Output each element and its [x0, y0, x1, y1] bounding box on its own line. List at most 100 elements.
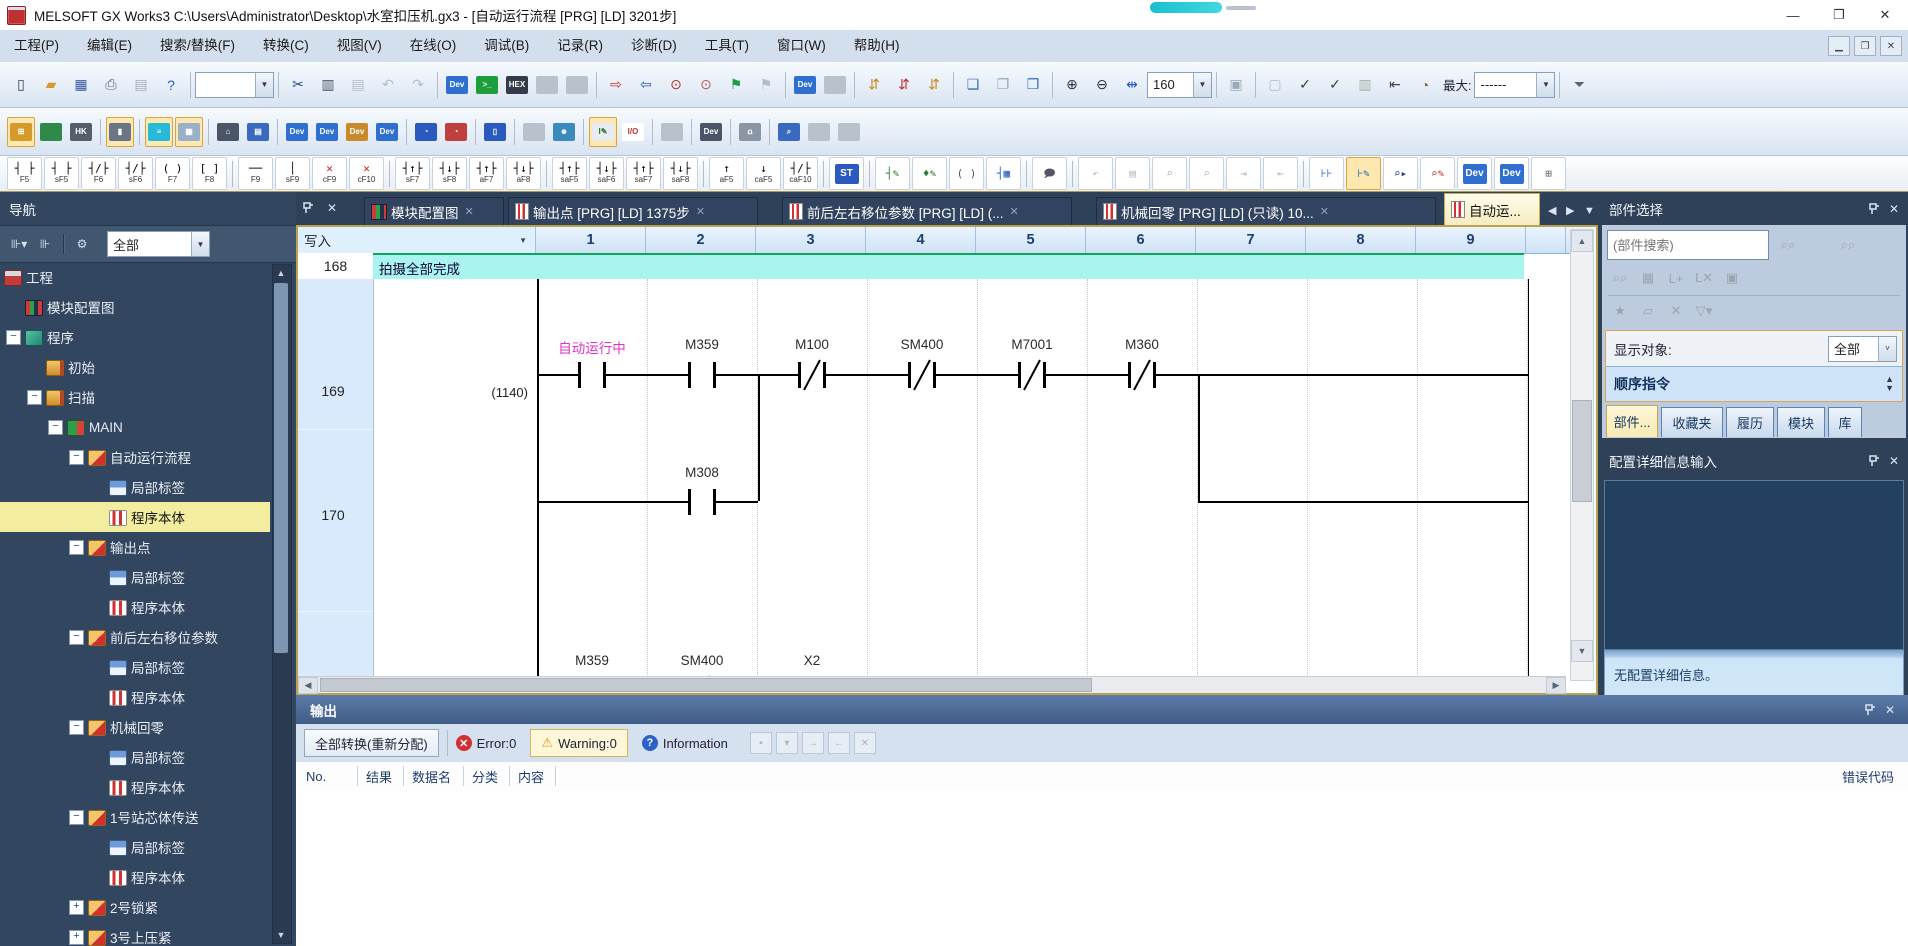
check-program2-icon-button[interactable]: ✓ [1321, 70, 1349, 100]
device-gray1-icon-button[interactable] [533, 70, 561, 100]
ladder-edit2-icon-button[interactable]: ⇵ [890, 70, 918, 100]
save-icon-button[interactable]: ▦ [67, 70, 95, 100]
del-v-line-button[interactable]: ✕cF10 [349, 157, 384, 190]
tab-close-icon[interactable]: ✕ [1010, 205, 1019, 218]
module-gray-icon-button[interactable]: ▥ [1351, 70, 1379, 100]
information-label[interactable]: Information [663, 736, 728, 751]
nav-filter-combo[interactable]: 全部▼ [107, 231, 210, 257]
close-contact-button[interactable]: ┤/├F6 [81, 157, 116, 190]
pin-icon[interactable] [298, 199, 318, 217]
zoom-out-icon-button[interactable]: ⊖ [1088, 70, 1116, 100]
redo-icon-button[interactable]: ↷ [404, 70, 432, 100]
device-hex-icon-button[interactable]: HEX [503, 70, 531, 100]
tab-active[interactable]: 自动运... [1444, 193, 1540, 225]
v-line-button[interactable]: │sF9 [275, 157, 310, 190]
tab[interactable]: 输出点 [PRG] [LD] 1375步✕ [508, 197, 758, 225]
gray-t1-icon-button[interactable] [805, 117, 833, 147]
vscroll-thumb[interactable] [1572, 400, 1592, 502]
ladder-mode-cell[interactable]: 写入 ▼ [298, 227, 536, 253]
mdi-close-button[interactable]: ✕ [1880, 36, 1902, 56]
doc-gray-button[interactable]: ▤ [1115, 157, 1150, 190]
search-find-icon[interactable]: ⌕⌕ [1774, 232, 1802, 258]
window-cascade-icon-button[interactable]: ❏ [959, 70, 987, 100]
branch-tree1-button[interactable]: ⊦⊦ [1309, 157, 1344, 190]
ladder-edit1-icon-button[interactable]: ⇵ [860, 70, 888, 100]
undo-gray-button[interactable]: ↶ [1078, 157, 1113, 190]
tree-item[interactable]: +3号上压紧 [0, 922, 270, 946]
menu-item[interactable]: 搜索/替换(F) [146, 38, 249, 53]
monitor-watch2-icon-button[interactable]: ⊙ [692, 70, 720, 100]
not-invert-button[interactable]: ┤/├caF10 [783, 157, 818, 190]
ladder-canvas[interactable]: 169170171(1140)(1171)自动运行中M359M100SM400M… [298, 279, 1592, 681]
pin-icon[interactable] [1860, 701, 1880, 719]
watch-register1-button[interactable]: ⌕▸ [1383, 157, 1418, 190]
element-tab[interactable]: 部件... [1606, 405, 1658, 437]
tool-gray2-icon-button[interactable]: ▢ [1261, 70, 1289, 100]
list-view-icon-button[interactable]: ≡ [145, 117, 173, 147]
menu-item[interactable]: 视图(V) [323, 38, 396, 53]
zoom-fit-icon-button[interactable]: ⇹ [1118, 70, 1146, 100]
settings-gear-icon[interactable]: ⚙ [69, 231, 95, 257]
backup-icon-button[interactable]: ⇤ [1381, 70, 1409, 100]
tab[interactable]: 模块配置图✕ [364, 197, 504, 225]
scroll-right-icon[interactable]: ▶ [1546, 677, 1566, 694]
pulse-fall-button[interactable]: ┤↓├sF8 [432, 157, 467, 190]
folder-icon[interactable]: ▱ [1634, 298, 1662, 324]
overflow-icon-button[interactable]: ⏷ [1565, 70, 1593, 100]
tree-item[interactable]: −前后左右移位参数 [0, 622, 270, 652]
pulse-rise-button[interactable]: ┤↑├sF7 [395, 157, 430, 190]
dev-network-icon-button[interactable]: Dev [373, 117, 401, 147]
nav-scroll-thumb[interactable] [274, 283, 288, 653]
mdi-restore-button[interactable]: ❐ [1854, 36, 1876, 56]
tree-item[interactable]: 局部标签 [0, 652, 270, 682]
ladder-editor[interactable]: 123456789 写入 ▼ 168 拍摄全部完成 169170171(1140… [296, 225, 1598, 695]
watch-register2-button[interactable]: ⌕✎ [1420, 157, 1455, 190]
collapse-icon[interactable]: − [6, 330, 21, 345]
robot-icon-button[interactable]: ꭥ [736, 117, 764, 147]
max-combo[interactable]: ------▼ [1474, 72, 1555, 98]
tree-item[interactable]: 局部标签 [0, 472, 270, 502]
cut-icon-button[interactable]: ✂ [284, 70, 312, 100]
branch-tree2-button[interactable]: ⊦✎ [1346, 157, 1381, 190]
tree-item[interactable]: 局部标签 [0, 742, 270, 772]
tree-item[interactable]: −自动运行流程 [0, 442, 270, 472]
tree-item[interactable]: 初始 [0, 352, 270, 382]
dev-comment-icon-button[interactable]: Dev [283, 117, 311, 147]
tree-expand-icon[interactable]: ⊪▾ [6, 231, 32, 257]
device-doc1-icon-button[interactable]: Dev [791, 70, 819, 100]
open-contact-button[interactable]: ┤ ├F5 [7, 157, 42, 190]
label-edit-icon-button[interactable]: I✎ [589, 117, 617, 147]
tab[interactable]: 前后左右移位参数 [PRG] [LD] (...✕ [782, 197, 1072, 225]
h-line-button[interactable]: ──F9 [238, 157, 273, 190]
ladder-vscrollbar[interactable]: ▲ ▼ [1570, 229, 1594, 681]
clock-icon-button[interactable]: ◔ [1411, 70, 1439, 100]
output-mini-icon[interactable]: → [802, 732, 824, 754]
output-mini-icon[interactable]: ▾ [776, 732, 798, 754]
dev-find-button[interactable]: Dev [1457, 157, 1492, 190]
tool-gray1-icon-button[interactable]: ▣ [1222, 70, 1250, 100]
user-icon-button[interactable]: ☻ [550, 117, 578, 147]
instruction-list-selected[interactable]: 顺序指令 ▲▼ [1606, 366, 1902, 401]
collapse-icon[interactable]: − [69, 540, 84, 555]
hex-edit-icon-button[interactable]: HK [67, 117, 95, 147]
favorite-star-icon[interactable]: ★ [1606, 298, 1634, 324]
display-target-combo[interactable]: 全部˅ [1828, 336, 1897, 362]
gray-pair-icon-button[interactable] [658, 117, 686, 147]
window-combo[interactable]: ▼ [195, 72, 274, 98]
menu-item[interactable]: 工具(T) [691, 38, 763, 53]
tab[interactable]: 机械回零 [PRG] [LD] (只读) 10...✕ [1096, 197, 1436, 225]
hscroll-thumb[interactable] [320, 678, 1092, 692]
find-icon-button[interactable]: ⌂ [214, 117, 242, 147]
expand-icon[interactable]: + [69, 930, 84, 945]
tree-item[interactable]: 程序本体 [0, 502, 270, 532]
nav-scroll-up-icon[interactable]: ▲ [273, 265, 289, 281]
new-file-icon-button[interactable]: ▯ [7, 70, 35, 100]
pulse-nc-fall-button[interactable]: ┤↓├saF6 [589, 157, 624, 190]
ladder-hscrollbar[interactable]: ◀ ▶ [298, 676, 1566, 693]
collapse-icon[interactable]: − [69, 810, 84, 825]
open-branch-button[interactable]: ┤ ├sF5 [44, 157, 79, 190]
element-tab[interactable]: 履历 [1726, 407, 1774, 437]
tab-close-icon[interactable]: ✕ [1320, 205, 1329, 218]
scroll-up-icon[interactable]: ▲ [1571, 230, 1593, 252]
io-monitor-icon-button[interactable]: I/O [619, 117, 647, 147]
